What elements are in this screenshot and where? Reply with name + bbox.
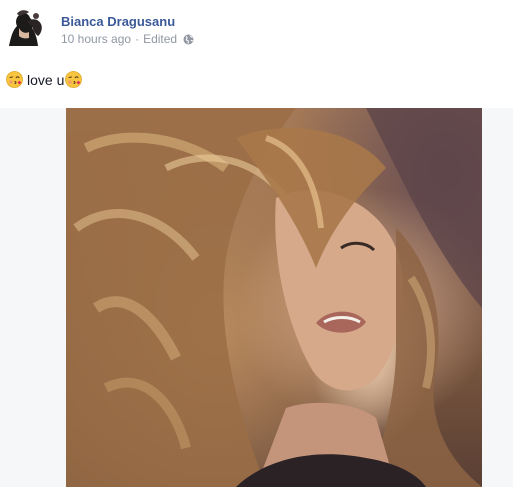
message-text: love u: [27, 71, 65, 88]
kissing-emoji-icon: [6, 71, 23, 88]
post-card: Bianca Dragusanu 10 hours ago · Edited l…: [0, 0, 513, 487]
meta-separator: ·: [135, 32, 140, 46]
avatar[interactable]: [5, 8, 45, 48]
post-timestamp[interactable]: 10 hours ago: [61, 32, 131, 46]
author-name-link[interactable]: Bianca Dragusanu: [61, 14, 175, 29]
globe-icon[interactable]: [183, 34, 194, 45]
photo-container: [0, 108, 513, 487]
post-message: love u: [6, 71, 83, 88]
post-meta: 10 hours ago · Edited: [61, 32, 194, 46]
edited-label[interactable]: Edited: [143, 32, 177, 46]
kissing-emoji-icon: [65, 71, 83, 88]
post-photo[interactable]: [66, 108, 482, 487]
